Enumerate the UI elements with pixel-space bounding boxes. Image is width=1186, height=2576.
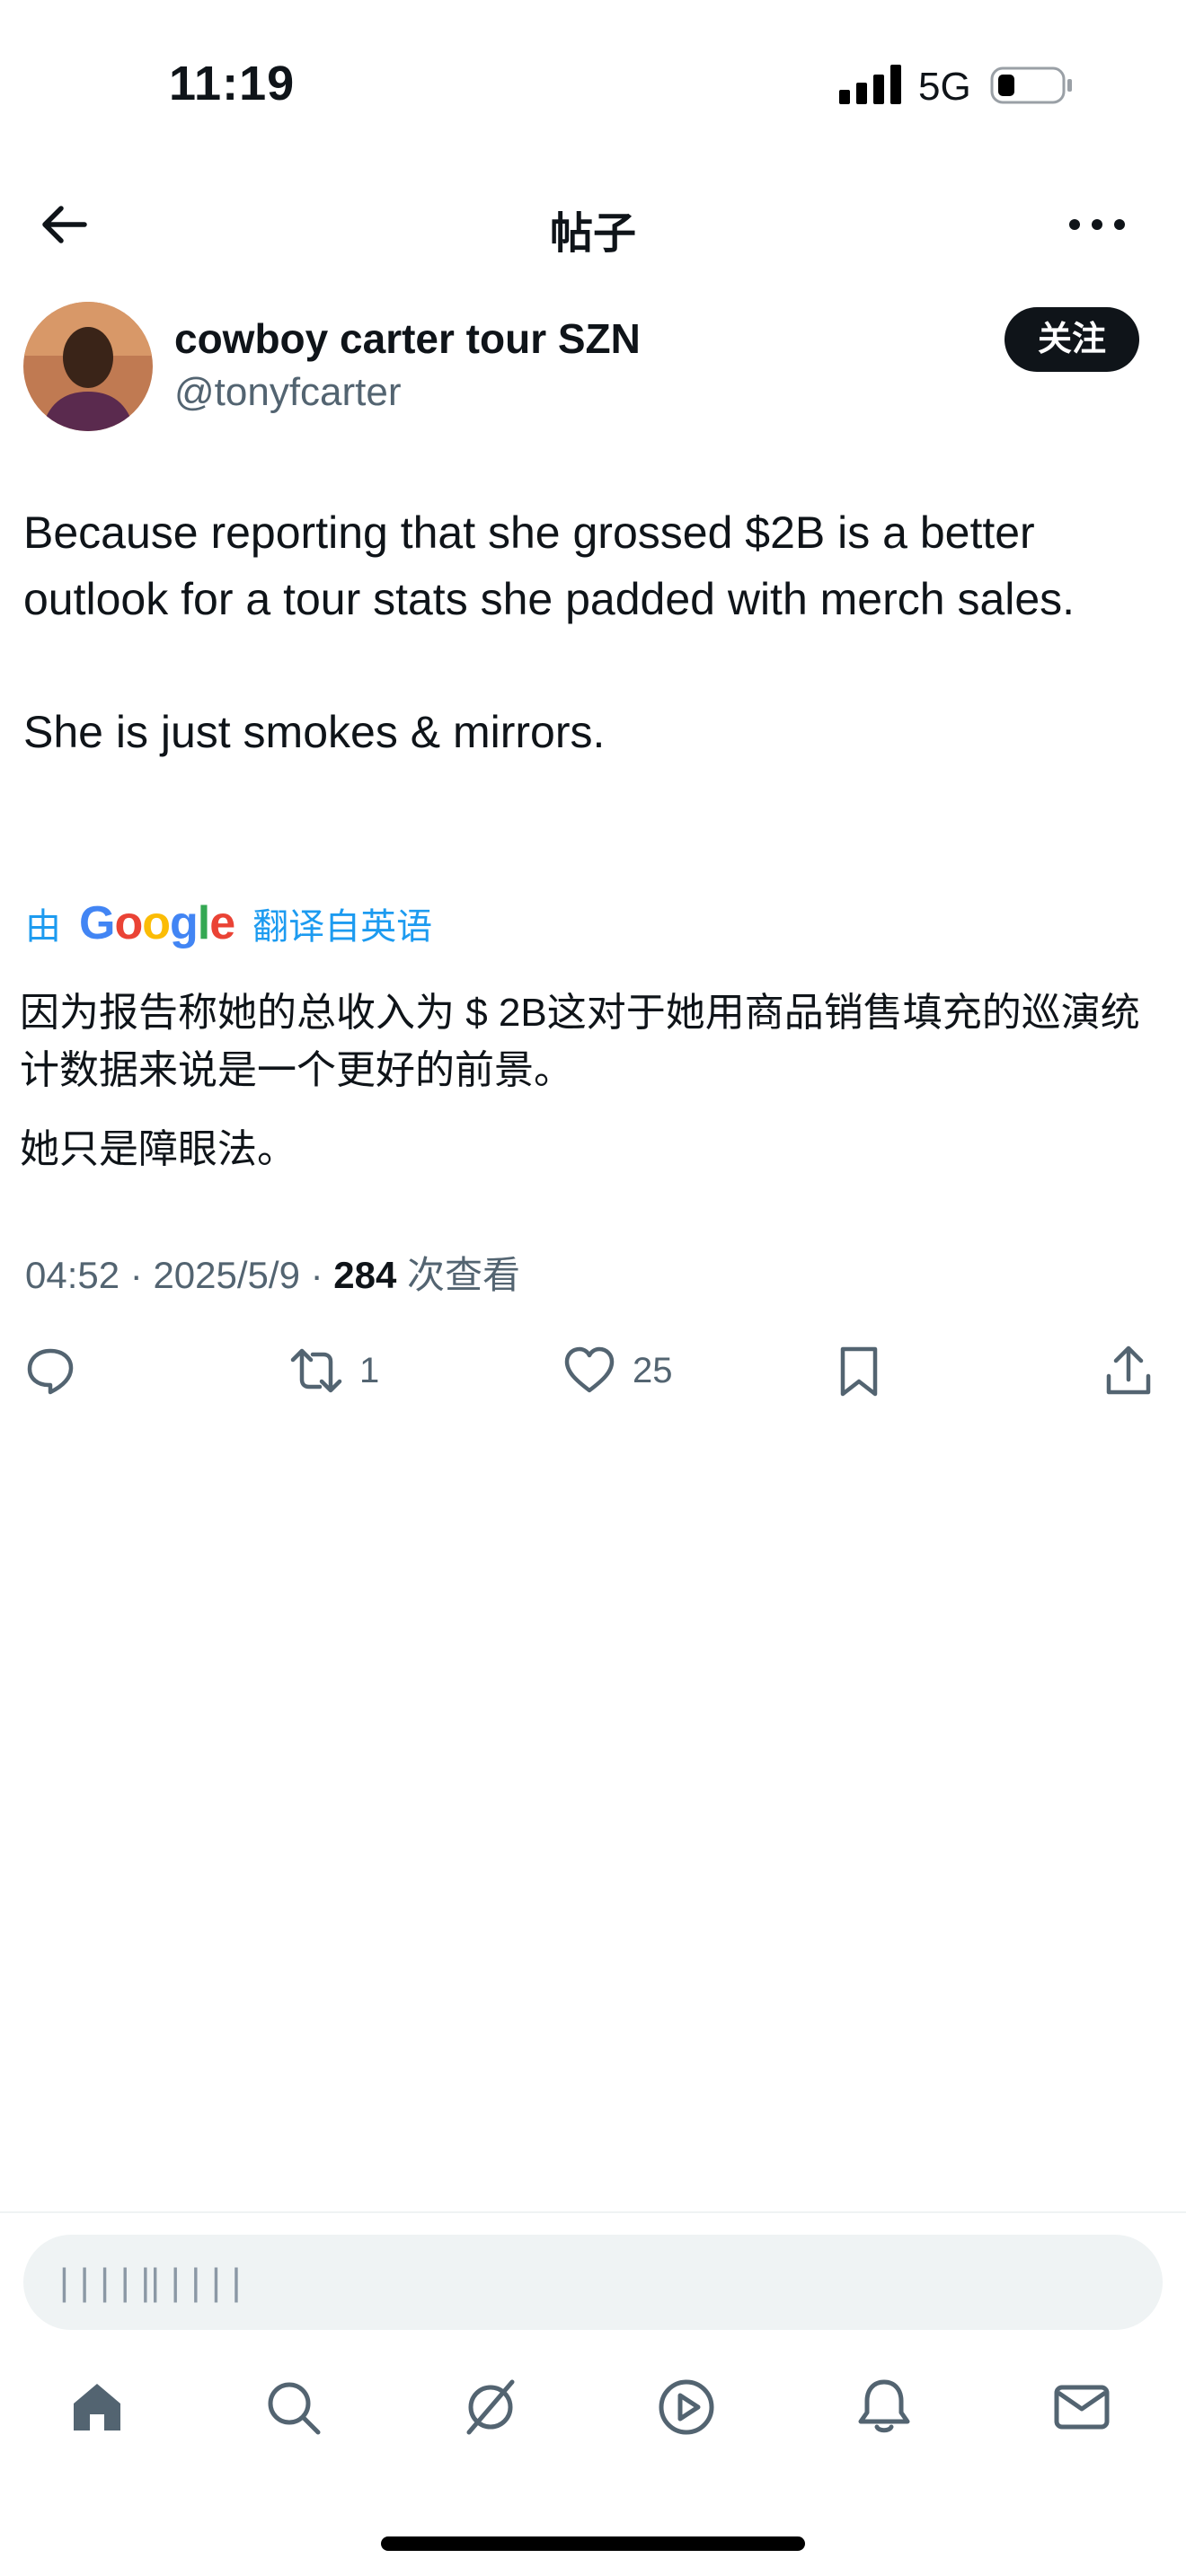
tab-grok[interactable] xyxy=(455,2371,527,2443)
reply-button[interactable] xyxy=(23,1335,77,1407)
views-label: 次查看 xyxy=(407,1254,521,1296)
separator: · xyxy=(310,1254,323,1296)
reply-input[interactable]: | | | | || | | | | xyxy=(23,2235,1163,2330)
translated-text-paragraph: 她只是障眼法。 xyxy=(20,1127,296,1171)
bottom-tab-bar xyxy=(0,2371,1186,2461)
reply-icon xyxy=(27,1348,74,1395)
tweet-text: Because reporting that she grossed $2B i… xyxy=(23,507,1075,757)
separator: · xyxy=(129,1254,143,1296)
tab-video[interactable] xyxy=(651,2371,722,2443)
bookmark-icon xyxy=(840,1346,878,1397)
translation-by-label: 由 xyxy=(25,907,61,947)
signal-icon xyxy=(839,65,901,104)
top-nav: 帖子 xyxy=(0,171,1186,278)
translation-attribution: 由 Google 翻译自英语 xyxy=(25,896,432,950)
status-time: 11:19 xyxy=(169,57,296,110)
status-bar: 11:19 5G xyxy=(0,0,1186,171)
follow-button[interactable]: 关注 xyxy=(1005,307,1139,372)
more-horizontal-icon[interactable] xyxy=(1066,207,1128,243)
mail-icon xyxy=(1054,2385,1110,2430)
divider xyxy=(0,2211,1186,2213)
tweet-actions: 1 25 xyxy=(0,1335,1186,1407)
author-handle[interactable]: @tonyfcarter xyxy=(174,370,402,415)
like-count: 25 xyxy=(633,1350,673,1390)
search-icon xyxy=(268,2382,321,2435)
translated-from-label[interactable]: 翻译自英语 xyxy=(252,897,432,949)
retweet-button[interactable]: 1 xyxy=(289,1335,379,1407)
tweet-time[interactable]: 04:52 xyxy=(25,1254,119,1296)
tab-messages[interactable] xyxy=(1046,2371,1118,2443)
bell-icon xyxy=(858,2379,910,2433)
network-type: 5G xyxy=(918,65,971,109)
share-icon xyxy=(1106,1345,1151,1395)
tweet-date[interactable]: 2025/5/9 xyxy=(153,1254,300,1296)
avatar[interactable] xyxy=(23,302,153,431)
share-button[interactable] xyxy=(1102,1335,1155,1407)
view-count: 284 xyxy=(333,1254,397,1296)
tweet-meta: 04:52 · 2025/5/9 · 284 次查看 xyxy=(25,1245,520,1300)
home-indicator[interactable] xyxy=(381,2536,805,2551)
translated-text-paragraph: 因为报告称她的总收入为 $ 2B这对于她用商品销售填充的巡演统计数据来说是一个更… xyxy=(20,991,1140,1092)
author-display-name[interactable]: cowboy carter tour SZN xyxy=(174,314,641,363)
grok-icon xyxy=(466,2379,515,2435)
battery-icon xyxy=(990,66,1072,104)
tab-search[interactable] xyxy=(257,2371,329,2443)
retweet-count: 1 xyxy=(359,1350,380,1390)
google-logo: Google xyxy=(79,897,235,949)
page-title: 帖子 xyxy=(549,210,636,258)
play-circle-icon xyxy=(659,2379,714,2435)
heart-icon xyxy=(564,1346,615,1393)
retweet-icon xyxy=(290,1348,342,1393)
bookmark-button[interactable] xyxy=(832,1335,886,1407)
like-button[interactable]: 25 xyxy=(562,1335,673,1407)
home-icon xyxy=(74,2384,120,2430)
tab-home[interactable] xyxy=(61,2371,133,2443)
tab-notifications[interactable] xyxy=(848,2371,920,2443)
